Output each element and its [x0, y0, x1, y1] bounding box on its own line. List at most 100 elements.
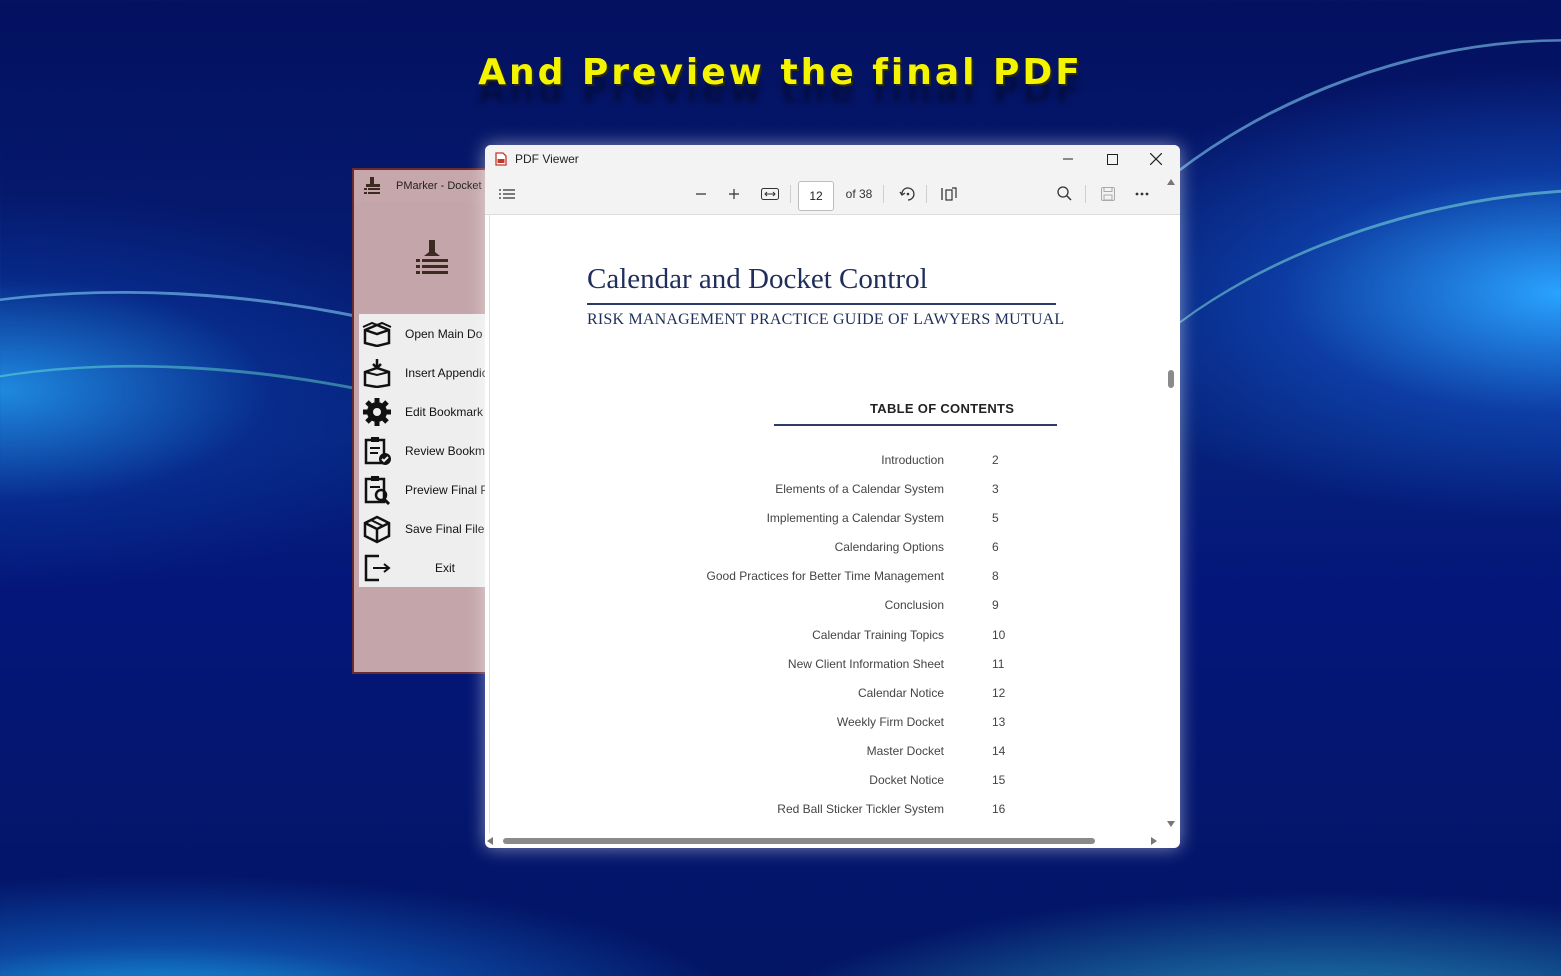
- toc-row[interactable]: Calendaring Options 6: [640, 540, 1020, 569]
- two-page-icon: [941, 186, 957, 201]
- menu-review-bookmarks[interactable]: Review Bookma: [359, 431, 492, 470]
- pdf-viewer-window: PDF Viewer 12 of 38 Calendar and Docket …: [485, 145, 1180, 848]
- package-icon: [359, 513, 395, 545]
- exit-icon: [359, 552, 395, 584]
- menu-edit-bookmarks[interactable]: Edit Bookmark: [359, 392, 490, 431]
- menu-insert-appendices[interactable]: Insert Appendic: [359, 353, 490, 392]
- toc-row[interactable]: Docket Notice 15: [640, 773, 1020, 802]
- toc-page: 2: [992, 453, 999, 467]
- toc-page: 12: [992, 685, 1006, 700]
- toc-entry: Weekly Firm Docket: [836, 714, 944, 729]
- toc-page: 3: [992, 482, 999, 497]
- toc-heading: TABLE OF CONTENTS: [870, 401, 1015, 416]
- scroll-thumb: [503, 838, 1095, 844]
- minimize-button[interactable]: [1046, 145, 1090, 173]
- clipboard-check-icon: [359, 435, 395, 467]
- menu-save-final-file[interactable]: Save Final File: [359, 509, 490, 548]
- zoom-out-button[interactable]: [690, 173, 712, 214]
- table-of-contents: Introduction 2 Elements of a Calendar Sys…: [640, 453, 1020, 831]
- toolbar-separator: [926, 185, 927, 203]
- toc-page: 13: [992, 714, 1006, 729]
- search-icon: [1056, 186, 1072, 201]
- pmarker-title: PMarker - Docket: [396, 180, 482, 192]
- pdf-file-icon: [495, 152, 507, 166]
- open-box-icon: [359, 318, 395, 350]
- toc-row[interactable]: Introduction 2: [640, 453, 1020, 482]
- insert-box-icon: [359, 357, 395, 389]
- rotate-button[interactable]: [895, 173, 919, 214]
- toc-entry: Implementing a Calendar System: [766, 511, 944, 526]
- page-number-input[interactable]: 12: [798, 181, 834, 211]
- toolbar-separator: [790, 185, 791, 203]
- scroll-up-arrow: [1167, 179, 1175, 185]
- toc-entry: Good Practices for Better Time Managemen…: [706, 569, 944, 584]
- pdf-viewer-titlebar: PDF Viewer: [485, 145, 1180, 173]
- document-subtitle: RISK MANAGEMENT PRACTICE GUIDE OF LAWYER…: [587, 311, 1065, 328]
- toc-entry: Elements of a Calendar System: [775, 482, 944, 497]
- more-options-button[interactable]: [1130, 173, 1154, 214]
- scroll-left-arrow: [487, 837, 493, 845]
- menu-label: Open Main Do: [405, 326, 483, 341]
- toc-page: 11: [992, 656, 1005, 671]
- scroll-right-arrow: [1151, 837, 1157, 845]
- toc-page: 8: [992, 569, 999, 584]
- vertical-scrollbar[interactable]: [1166, 177, 1176, 829]
- toc-row[interactable]: Calendar Notice 12: [640, 686, 1020, 715]
- toc-row[interactable]: Good Practices for Better Time Managemen…: [640, 569, 1020, 598]
- menu-label: Exit: [435, 560, 456, 575]
- menu-preview-final-pdf[interactable]: Preview Final Pl: [359, 470, 490, 509]
- save-button[interactable]: [1096, 173, 1120, 214]
- toc-entry: New Client Information Sheet: [787, 656, 944, 671]
- maximize-button[interactable]: [1090, 145, 1134, 173]
- menu-label: Edit Bookmark: [405, 404, 484, 419]
- fit-width-icon: [761, 187, 779, 200]
- toc-row[interactable]: Elements of a Calendar System 3: [640, 482, 1020, 511]
- rotate-icon: [899, 186, 915, 201]
- pmarker-window: PMarker - Docket Open Main Do Insert App…: [352, 168, 492, 674]
- toc-entry: Calendaring Options: [834, 540, 944, 555]
- menu-label: Insert Appendic: [405, 365, 488, 380]
- pmarker-titlebar: PMarker - Docket: [354, 170, 490, 202]
- toc-row[interactable]: Conclusion 9: [640, 598, 1020, 627]
- scroll-thumb: [1168, 370, 1174, 388]
- maximize-icon: [1106, 153, 1118, 165]
- toc-row[interactable]: Red Ball Sticker Tickler System 16: [640, 802, 1020, 831]
- pdf-toolbar: 12 of 38: [485, 173, 1180, 215]
- pdf-page: Calendar and Docket Control RISK MANAGEM…: [489, 215, 1165, 833]
- gear-icon: [359, 396, 395, 428]
- toc-page: 6: [992, 540, 999, 555]
- toc-row[interactable]: New Client Information Sheet 11: [640, 657, 1020, 686]
- title-rule: [587, 303, 1056, 305]
- minimize-icon: [1063, 158, 1073, 160]
- menu-exit[interactable]: Exit: [359, 548, 490, 587]
- zoom-in-button[interactable]: [723, 173, 745, 214]
- toc-row[interactable]: Weekly Firm Docket 13: [640, 715, 1020, 744]
- page-view-button[interactable]: [937, 173, 961, 214]
- search-button[interactable]: [1052, 173, 1076, 214]
- scroll-down-arrow: [1167, 821, 1175, 827]
- toc-row[interactable]: Master Docket 14: [640, 744, 1020, 773]
- toc-page: 15: [992, 773, 1006, 788]
- horizontal-scrollbar[interactable]: [485, 834, 1165, 848]
- toolbar-separator: [1085, 185, 1086, 203]
- toc-entry: Introduction: [881, 453, 944, 467]
- toc-page: 16: [992, 802, 1006, 817]
- contents-button[interactable]: [495, 173, 519, 214]
- toc-page: 9: [992, 598, 999, 613]
- pmarker-logo: [354, 202, 490, 310]
- document-title: Calendar and Docket Control: [587, 263, 928, 295]
- toolbar-separator: [883, 185, 884, 203]
- page-total: of 38: [845, 186, 873, 201]
- minus-icon: [696, 192, 706, 195]
- toc-page: 10: [992, 627, 1006, 642]
- toc-page: 14: [992, 743, 1006, 758]
- menu-open-main-document[interactable]: Open Main Do: [359, 314, 490, 353]
- toc-row[interactable]: Implementing a Calendar System 5: [640, 511, 1020, 540]
- close-button[interactable]: [1134, 145, 1178, 173]
- promo-headline: And Preview the final PDF: [478, 52, 1083, 93]
- toc-entry: Docket Notice: [869, 773, 944, 788]
- menu-label: Review Bookma: [405, 443, 492, 458]
- toc-row[interactable]: Calendar Training Topics 10: [640, 628, 1020, 657]
- fit-width-button[interactable]: [758, 173, 782, 214]
- save-icon: [1101, 186, 1115, 201]
